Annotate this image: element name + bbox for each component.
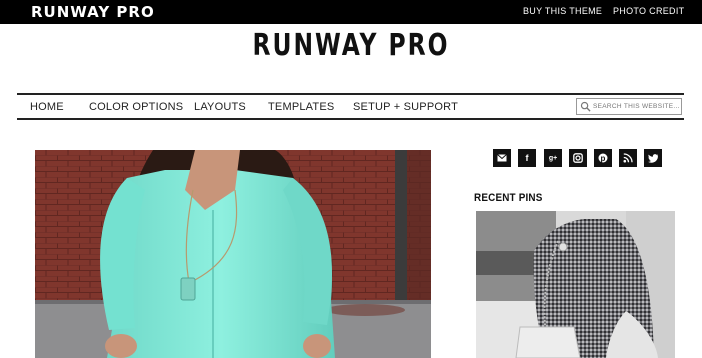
svg-text:p: p [601, 154, 606, 163]
recent-pins-heading: RECENT PINS [474, 192, 543, 204]
search-input[interactable] [593, 100, 679, 113]
featured-photo [35, 150, 431, 358]
facebook-icon[interactable]: f [518, 149, 536, 167]
email-icon[interactable] [493, 149, 511, 167]
nav-item-color-options[interactable]: COLOR OPTIONS [89, 100, 183, 114]
nav-item-templates[interactable]: TEMPLATES [268, 100, 334, 114]
site-title[interactable]: RUNWAY PRO [77, 26, 625, 66]
photo-credit-link[interactable]: PHOTO CREDIT [613, 5, 684, 17]
pin-photo [476, 211, 675, 358]
topbar-brand[interactable]: RUNWAY PRO [31, 2, 155, 22]
nav-item-setup-support[interactable]: SETUP + SUPPORT [353, 100, 458, 114]
nav-item-layouts[interactable]: LAYOUTS [194, 100, 246, 114]
rss-icon[interactable] [619, 149, 637, 167]
main-nav: HOME COLOR OPTIONS LAYOUTS TEMPLATES SET… [17, 93, 684, 120]
featured-image[interactable] [35, 150, 431, 358]
search-icon[interactable] [580, 101, 591, 112]
nav-item-home[interactable]: HOME [30, 100, 64, 114]
recent-pin-image[interactable] [476, 211, 675, 358]
pinterest-icon[interactable]: p [594, 149, 612, 167]
buy-this-theme-link[interactable]: BUY THIS THEME [523, 5, 602, 17]
top-bar: RUNWAY PRO BUY THIS THEME PHOTO CREDIT [0, 0, 702, 24]
search-box [576, 98, 682, 115]
google-plus-icon[interactable]: g+ [544, 149, 562, 167]
twitter-icon[interactable] [644, 149, 662, 167]
instagram-icon[interactable] [569, 149, 587, 167]
